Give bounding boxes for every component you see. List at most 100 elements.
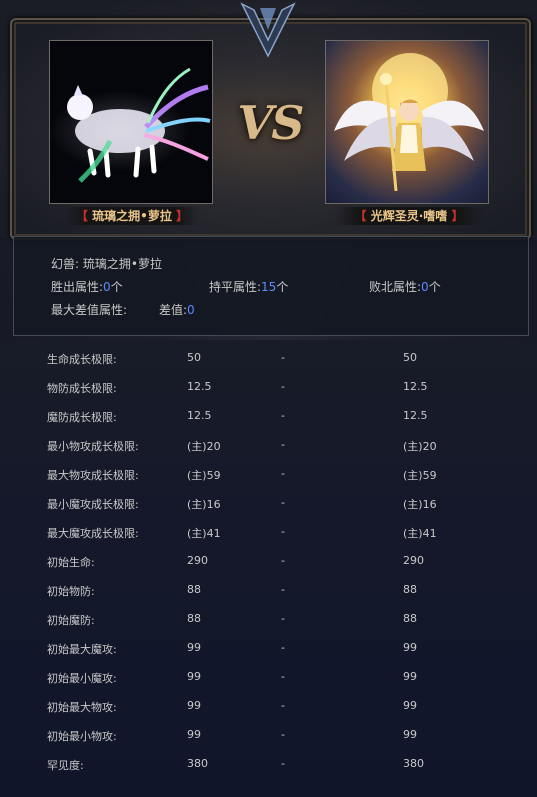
lose-line: 败北属性:0个 [369, 278, 441, 295]
stat-label: 初始生命: [47, 556, 95, 569]
stat-right-value: 50 [403, 351, 417, 364]
stat-left-value: (主)59 [187, 469, 221, 482]
stat-diff: - [281, 583, 285, 596]
win-unit: 个 [110, 280, 123, 294]
right-pet-name-text: 光辉圣灵·嗜嗜 [370, 209, 448, 223]
stat-row: 初始物防: 88 - 88 [0, 576, 537, 605]
stat-label: 魔防成长极限: [47, 411, 117, 424]
stat-label: 初始最小魔攻: [47, 672, 117, 685]
beast-name: 琉璃之拥•萝拉 [82, 257, 162, 271]
vs-label: VS [237, 96, 305, 150]
stat-left-value: 99 [187, 728, 201, 741]
stat-row: 罕见度: 380 - 380 [0, 750, 537, 779]
stat-right-value: (主)16 [403, 498, 437, 511]
stat-label: 物防成长极限: [47, 382, 117, 395]
stat-label: 初始最小物攻: [47, 730, 117, 743]
stat-diff: - [281, 525, 285, 538]
right-pet-name: 【 光辉圣灵·嗜嗜 】 [334, 207, 484, 225]
stat-row: 最大物攻成长极限: (主)59 - (主)59 [0, 460, 537, 489]
stat-right-value: 99 [403, 728, 417, 741]
left-pet-name: 【 琉璃之拥•萝拉 】 [64, 207, 200, 225]
lose-value: 0 [421, 280, 429, 294]
stat-label: 初始最大魔攻: [47, 643, 117, 656]
stat-row: 最大魔攻成长极限: (主)41 - (主)41 [0, 518, 537, 547]
crest-icon [240, 2, 296, 58]
bracket-open: 【 [354, 209, 367, 223]
draw-unit: 个 [276, 280, 289, 294]
stat-diff: - [281, 757, 285, 770]
lose-unit: 个 [428, 280, 441, 294]
bracket-close: 】 [451, 209, 464, 223]
stat-left-value: 12.5 [187, 409, 212, 422]
right-pet-portrait[interactable] [325, 40, 489, 204]
pet-compare-page: VS 【 琉璃之拥•萝拉 】 【 光辉圣灵·嗜嗜 】 幻兽: 琉璃之拥•萝拉 胜… [0, 0, 537, 797]
stat-left-value: (主)20 [187, 440, 221, 453]
stat-row: 初始最大魔攻: 99 - 99 [0, 634, 537, 663]
stat-row: 初始魔防: 88 - 88 [0, 605, 537, 634]
bracket-open: 【 [75, 209, 88, 223]
stat-diff: - [281, 380, 285, 393]
stat-right-value: (主)41 [403, 527, 437, 540]
angel-spirit-portrait [334, 53, 484, 192]
stat-left-value: 99 [187, 699, 201, 712]
stat-row: 物防成长极限: 12.5 - 12.5 [0, 373, 537, 402]
stat-label: 最大物攻成长极限: [47, 469, 139, 482]
stat-diff: - [281, 409, 285, 422]
stat-left-value: 88 [187, 583, 201, 596]
max-diff-label: 最大差值属性: [51, 303, 128, 317]
stat-row: 最小物攻成长极限: (主)20 - (主)20 [0, 431, 537, 460]
stat-diff: - [281, 699, 285, 712]
stat-diff: - [281, 612, 285, 625]
win-label: 胜出属性: [51, 280, 104, 294]
diff-line: 差值:0 [159, 301, 195, 318]
stat-diff: - [281, 467, 285, 480]
max-diff-line: 最大差值属性: [51, 301, 127, 318]
beast-line: 幻兽: 琉璃之拥•萝拉 [51, 255, 162, 272]
draw-line: 持平属性:15个 [209, 278, 288, 295]
stat-label: 最小魔攻成长极限: [47, 498, 139, 511]
stat-right-value: 99 [403, 670, 417, 683]
stat-row: 最小魔攻成长极限: (主)16 - (主)16 [0, 489, 537, 518]
diff-label: 差值: [159, 303, 188, 317]
stat-left-value: 99 [187, 670, 201, 683]
beast-label: 幻兽: [51, 257, 80, 271]
stat-diff: - [281, 496, 285, 509]
stat-label: 生命成长极限: [47, 353, 117, 366]
win-line: 胜出属性:0个 [51, 278, 123, 295]
stat-row: 生命成长极限: 50 - 50 [0, 344, 537, 373]
stat-label: 初始魔防: [47, 614, 95, 627]
stat-right-value: 88 [403, 612, 417, 625]
stat-diff: - [281, 670, 285, 683]
stat-diff: - [281, 351, 285, 364]
stat-right-value: 12.5 [403, 380, 428, 393]
stat-diff: - [281, 641, 285, 654]
stat-right-value: (主)59 [403, 469, 437, 482]
stat-right-value: 99 [403, 641, 417, 654]
stat-right-value: 99 [403, 699, 417, 712]
stat-right-value: 12.5 [403, 409, 428, 422]
stat-diff: - [281, 554, 285, 567]
stat-label: 罕见度: [47, 759, 84, 772]
stat-left-value: 380 [187, 757, 208, 770]
stat-left-value: (主)16 [187, 498, 221, 511]
stat-row: 初始最小魔攻: 99 - 99 [0, 663, 537, 692]
lose-label: 败北属性: [369, 280, 422, 294]
left-pet-portrait[interactable] [49, 40, 213, 204]
win-value: 0 [103, 280, 111, 294]
stat-left-value: (主)41 [187, 527, 221, 540]
draw-value: 15 [261, 280, 277, 294]
diff-value: 0 [187, 303, 195, 317]
stat-right-value: 380 [403, 757, 424, 770]
stat-row: 初始最大物攻: 99 - 99 [0, 692, 537, 721]
stat-diff: - [281, 438, 285, 451]
bracket-close: 】 [176, 209, 189, 223]
stat-left-value: 50 [187, 351, 201, 364]
stat-label: 初始物防: [47, 585, 95, 598]
stat-row: 初始生命: 290 - 290 [0, 547, 537, 576]
stat-diff: - [281, 728, 285, 741]
vs-banner: VS 【 琉璃之拥•萝拉 】 【 光辉圣灵·嗜嗜 】 [0, 0, 537, 240]
stat-left-value: 99 [187, 641, 201, 654]
left-pet-name-text: 琉璃之拥•萝拉 [92, 209, 172, 223]
comparison-summary: 幻兽: 琉璃之拥•萝拉 胜出属性:0个 持平属性:15个 败北属性:0个 最大差… [13, 236, 529, 336]
draw-label: 持平属性: [209, 280, 262, 294]
